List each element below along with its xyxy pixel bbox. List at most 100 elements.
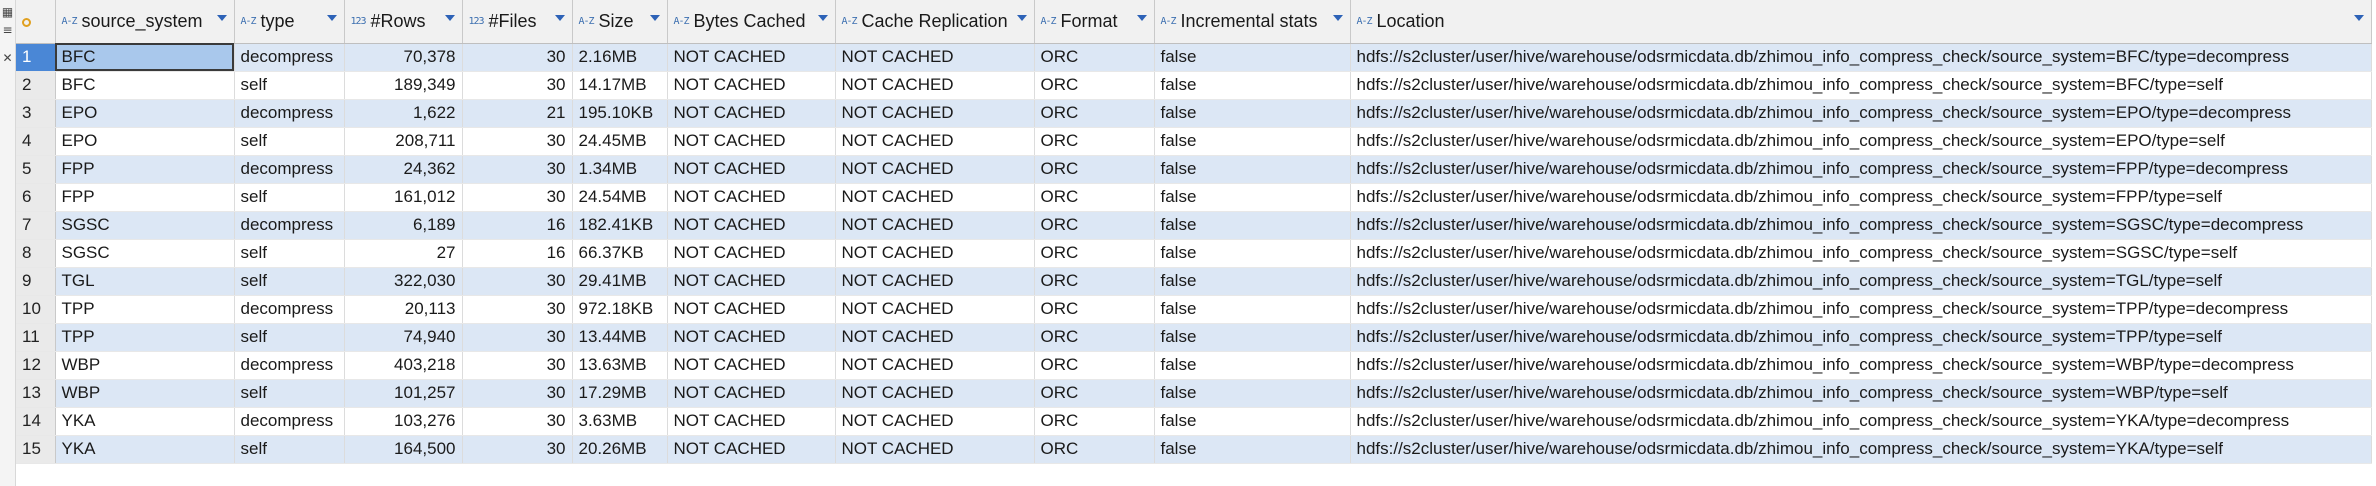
- cell-source-system[interactable]: BFC: [55, 71, 235, 100]
- column-header-format[interactable]: A-Z Format: [1034, 0, 1155, 44]
- cell-type[interactable]: self: [234, 71, 345, 100]
- table-row[interactable]: 6 FPP self 161,012 30 24.54MB NOT CACHED NOT CA…: [16, 183, 2372, 212]
- cell-files[interactable]: 21: [462, 99, 573, 128]
- cell-incremental-stats[interactable]: false: [1154, 99, 1351, 128]
- cell-type[interactable]: self: [234, 323, 345, 352]
- grid-icon[interactable]: ▦: [1, 6, 14, 19]
- cell-files[interactable]: 30: [462, 127, 573, 156]
- cell-source-system[interactable]: EPO: [55, 99, 235, 128]
- cell-bytes-cached[interactable]: NOT CACHED: [667, 407, 836, 436]
- cell-type[interactable]: decompress: [234, 99, 345, 128]
- column-header-bytes-cached[interactable]: A-Z Bytes Cached: [667, 0, 836, 44]
- cell-location[interactable]: hdfs://s2cluster/user/hive/warehouse/ods…: [1350, 379, 2372, 408]
- filter-dropdown-icon[interactable]: [326, 15, 337, 21]
- table-row[interactable]: 15 YKA self 164,500 30 20.26MB NOT CACHED NOT C…: [16, 435, 2372, 464]
- filter-dropdown-icon[interactable]: [1016, 15, 1027, 21]
- row-number[interactable]: 3: [16, 99, 56, 128]
- cell-location[interactable]: hdfs://s2cluster/user/hive/warehouse/ods…: [1350, 239, 2372, 268]
- cell-source-system[interactable]: YKA: [55, 407, 235, 436]
- cell-bytes-cached[interactable]: NOT CACHED: [667, 211, 836, 240]
- cell-cache-replication[interactable]: NOT CACHED: [835, 323, 1035, 352]
- cell-size[interactable]: 3.63MB: [572, 407, 668, 436]
- column-header-files[interactable]: 123 #Files: [462, 0, 573, 44]
- cell-source-system[interactable]: SGSC: [55, 211, 235, 240]
- cell-size[interactable]: 1.34MB: [572, 155, 668, 184]
- cell-type[interactable]: decompress: [234, 295, 345, 324]
- table-row[interactable]: 3 EPO decompress 1,622 21 195.10KB NOT CACHED N…: [16, 99, 2372, 128]
- filter-dropdown-icon[interactable]: [1332, 15, 1343, 21]
- cell-bytes-cached[interactable]: NOT CACHED: [667, 323, 836, 352]
- cell-cache-replication[interactable]: NOT CACHED: [835, 155, 1035, 184]
- cell-type[interactable]: decompress: [234, 211, 345, 240]
- cell-type[interactable]: self: [234, 267, 345, 296]
- filter-dropdown-icon[interactable]: [817, 15, 828, 21]
- filter-dropdown-icon[interactable]: [649, 15, 660, 21]
- cell-incremental-stats[interactable]: false: [1154, 267, 1351, 296]
- cell-incremental-stats[interactable]: false: [1154, 323, 1351, 352]
- cell-source-system[interactable]: SGSC: [55, 239, 235, 268]
- table-row[interactable]: 10 TPP decompress 20,113 30 972.18KB NOT CACHE…: [16, 295, 2372, 324]
- cell-location[interactable]: hdfs://s2cluster/user/hive/warehouse/ods…: [1350, 267, 2372, 296]
- cell-cache-replication[interactable]: NOT CACHED: [835, 211, 1035, 240]
- cell-rows[interactable]: 164,500: [344, 435, 463, 464]
- cell-format[interactable]: ORC: [1034, 323, 1155, 352]
- cell-source-system[interactable]: FPP: [55, 155, 235, 184]
- table-row[interactable]: 12 WBP decompress 403,218 30 13.63MB NOT CACHE…: [16, 351, 2372, 380]
- cell-cache-replication[interactable]: NOT CACHED: [835, 71, 1035, 100]
- cell-source-system[interactable]: FPP: [55, 183, 235, 212]
- cell-incremental-stats[interactable]: false: [1154, 127, 1351, 156]
- close-icon[interactable]: ✕: [1, 52, 14, 65]
- cell-bytes-cached[interactable]: NOT CACHED: [667, 351, 836, 380]
- cell-format[interactable]: ORC: [1034, 183, 1155, 212]
- table-row[interactable]: 5 FPP decompress 24,362 30 1.34MB NOT CACHED NO…: [16, 155, 2372, 184]
- cell-incremental-stats[interactable]: false: [1154, 239, 1351, 268]
- cell-files[interactable]: 30: [462, 71, 573, 100]
- cell-size[interactable]: 24.54MB: [572, 183, 668, 212]
- cell-incremental-stats[interactable]: false: [1154, 71, 1351, 100]
- table-row[interactable]: 9 TGL self 322,030 30 29.41MB NOT CACHED NOT CA…: [16, 267, 2372, 296]
- cell-files[interactable]: 30: [462, 295, 573, 324]
- cell-files[interactable]: 16: [462, 239, 573, 268]
- cell-files[interactable]: 30: [462, 407, 573, 436]
- cell-bytes-cached[interactable]: NOT CACHED: [667, 295, 836, 324]
- cell-incremental-stats[interactable]: false: [1154, 379, 1351, 408]
- row-number[interactable]: 14: [16, 407, 56, 436]
- cell-bytes-cached[interactable]: NOT CACHED: [667, 183, 836, 212]
- cell-rows[interactable]: 70,378: [344, 43, 463, 72]
- cell-bytes-cached[interactable]: NOT CACHED: [667, 435, 836, 464]
- cell-incremental-stats[interactable]: false: [1154, 183, 1351, 212]
- cell-bytes-cached[interactable]: NOT CACHED: [667, 127, 836, 156]
- cell-source-system[interactable]: WBP: [55, 379, 235, 408]
- cell-location[interactable]: hdfs://s2cluster/user/hive/warehouse/ods…: [1350, 127, 2372, 156]
- row-number[interactable]: 8: [16, 239, 56, 268]
- table-row[interactable]: 11 TPP self 74,940 30 13.44MB NOT CACHED NOT CA…: [16, 323, 2372, 352]
- cell-source-system[interactable]: WBP: [55, 351, 235, 380]
- table-row[interactable]: 2 BFC self 189,349 30 14.17MB NOT CACHED NOT CA…: [16, 71, 2372, 100]
- row-number[interactable]: 4: [16, 127, 56, 156]
- cell-size[interactable]: 972.18KB: [572, 295, 668, 324]
- cell-size[interactable]: 66.37KB: [572, 239, 668, 268]
- filter-dropdown-icon[interactable]: [444, 15, 455, 21]
- row-number[interactable]: 2: [16, 71, 56, 100]
- cell-bytes-cached[interactable]: NOT CACHED: [667, 379, 836, 408]
- cell-rows[interactable]: 6,189: [344, 211, 463, 240]
- row-number[interactable]: 13: [16, 379, 56, 408]
- cell-location[interactable]: hdfs://s2cluster/user/hive/warehouse/ods…: [1350, 43, 2372, 72]
- cell-source-system[interactable]: TPP: [55, 295, 235, 324]
- cell-size[interactable]: 182.41KB: [572, 211, 668, 240]
- cell-incremental-stats[interactable]: false: [1154, 295, 1351, 324]
- cell-type[interactable]: decompress: [234, 351, 345, 380]
- cell-location[interactable]: hdfs://s2cluster/user/hive/warehouse/ods…: [1350, 323, 2372, 352]
- cell-cache-replication[interactable]: NOT CACHED: [835, 407, 1035, 436]
- cell-type[interactable]: decompress: [234, 43, 345, 72]
- cell-files[interactable]: 30: [462, 379, 573, 408]
- cell-cache-replication[interactable]: NOT CACHED: [835, 183, 1035, 212]
- cell-rows[interactable]: 101,257: [344, 379, 463, 408]
- row-number[interactable]: 7: [16, 211, 56, 240]
- cell-rows[interactable]: 103,276: [344, 407, 463, 436]
- cell-size[interactable]: 20.26MB: [572, 435, 668, 464]
- cell-format[interactable]: ORC: [1034, 239, 1155, 268]
- cell-format[interactable]: ORC: [1034, 267, 1155, 296]
- cell-format[interactable]: ORC: [1034, 379, 1155, 408]
- cell-files[interactable]: 30: [462, 183, 573, 212]
